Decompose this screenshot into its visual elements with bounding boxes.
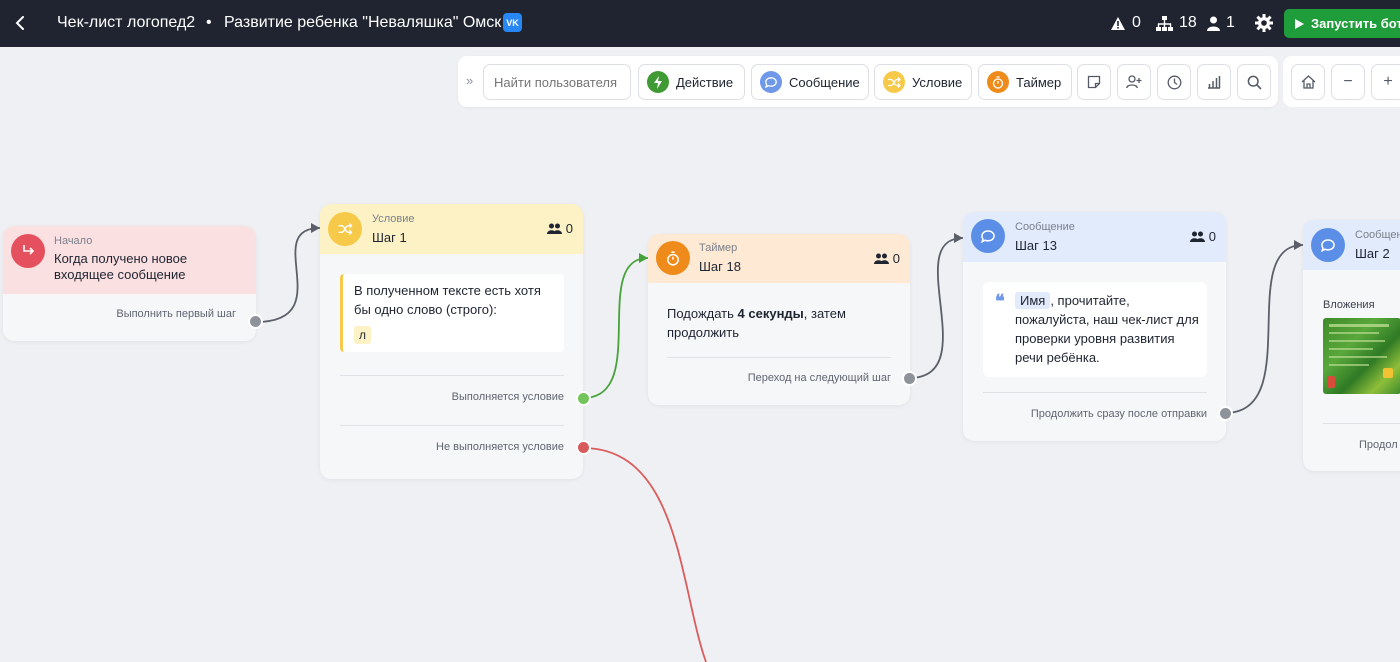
name-variable-tag: Имя xyxy=(1015,292,1051,309)
start-trigger-text: Когда получено новое входящее сообщение xyxy=(54,251,188,282)
start-node[interactable]: Начало Когда получено новое входящее соо… xyxy=(3,226,256,341)
step13-output-label: Продолжить сразу после отправки xyxy=(1030,408,1207,420)
step18-users: 0 xyxy=(873,251,900,266)
step1-name: Шаг 1 xyxy=(372,230,407,245)
step2-name: Шаг 2 xyxy=(1355,246,1390,261)
users-icon xyxy=(1189,231,1205,242)
step1-keyword-tag: л xyxy=(354,326,372,344)
wire-step13-to-step2 xyxy=(1224,244,1304,414)
wire-step1-true-to-step18 xyxy=(582,257,649,399)
timer-text-before: Подождать xyxy=(667,306,738,321)
divider xyxy=(667,357,891,358)
step1-users: 0 xyxy=(546,221,573,236)
step1-true-port[interactable] xyxy=(576,391,591,406)
step1-users-count: 0 xyxy=(565,221,573,236)
chat-bubble-icon xyxy=(1311,228,1345,262)
step13-message-text: Имя, прочитайте, пожалуйста, наш чек-лис… xyxy=(1015,291,1205,367)
step13-message-bubble: ❝ Имя, прочитайте, пожалуйста, наш чек-л… xyxy=(983,282,1207,377)
timer-duration: 4 секунды xyxy=(737,306,804,321)
stopwatch-icon xyxy=(656,241,690,275)
chat-bubble-icon xyxy=(971,219,1005,253)
shuffle-icon xyxy=(328,212,362,246)
step18-output-label: Переход на следующий шаг xyxy=(747,372,891,384)
step18-users-count: 0 xyxy=(892,251,900,266)
start-output-label: Выполнить первый шаг xyxy=(116,308,236,320)
step1-kind: Условие xyxy=(372,213,415,225)
users-icon xyxy=(873,253,889,264)
quote-icon: ❝ xyxy=(995,291,1005,312)
step13-users: 0 xyxy=(1189,229,1216,244)
step13-message-node[interactable]: Сообщение Шаг 13 0 ❝ Имя, прочитайте, по… xyxy=(963,212,1226,441)
step2-kind: Сообщение xyxy=(1355,229,1400,241)
divider xyxy=(340,425,564,426)
divider xyxy=(983,392,1207,393)
start-icon xyxy=(11,234,45,268)
step1-true-label: Выполняется условие xyxy=(451,391,564,403)
divider xyxy=(340,375,564,376)
step18-name: Шаг 18 xyxy=(699,259,741,274)
step2-output-label: Продол xyxy=(1359,439,1398,451)
wire-step18-to-step13 xyxy=(908,237,964,379)
attachment-thumbnail[interactable] xyxy=(1323,318,1400,394)
users-icon xyxy=(546,223,562,234)
step13-users-count: 0 xyxy=(1208,229,1216,244)
step13-output-port[interactable] xyxy=(1218,406,1233,421)
start-kind: Начало xyxy=(54,235,93,247)
step18-kind: Таймер xyxy=(699,242,738,254)
start-output-port[interactable] xyxy=(248,314,263,329)
wire-step1-false xyxy=(582,447,707,662)
step1-condition-node[interactable]: Условие Шаг 1 0 В полученном тексте есть… xyxy=(320,204,583,479)
step2-message-node[interactable]: Сообщение Шаг 2 Вложения Продол xyxy=(1303,220,1400,471)
step1-condition-box: В полученном тексте есть хотя бы одно сл… xyxy=(340,274,564,352)
step18-timer-text: Подождать 4 секунды, затем продолжить xyxy=(667,304,892,342)
wire-start-to-step1 xyxy=(255,227,321,323)
step1-false-port[interactable] xyxy=(576,440,591,455)
step13-name: Шаг 13 xyxy=(1015,238,1057,253)
step18-timer-node[interactable]: Таймер Шаг 18 0 Подождать 4 секунды, зат… xyxy=(648,234,910,405)
attachments-label: Вложения xyxy=(1323,299,1375,311)
step18-output-port[interactable] xyxy=(902,371,917,386)
step1-false-label: Не выполняется условие xyxy=(436,441,564,453)
divider xyxy=(1323,423,1400,424)
step13-kind: Сообщение xyxy=(1015,221,1075,233)
step1-condition-text: В полученном тексте есть хотя бы одно сл… xyxy=(354,283,541,317)
